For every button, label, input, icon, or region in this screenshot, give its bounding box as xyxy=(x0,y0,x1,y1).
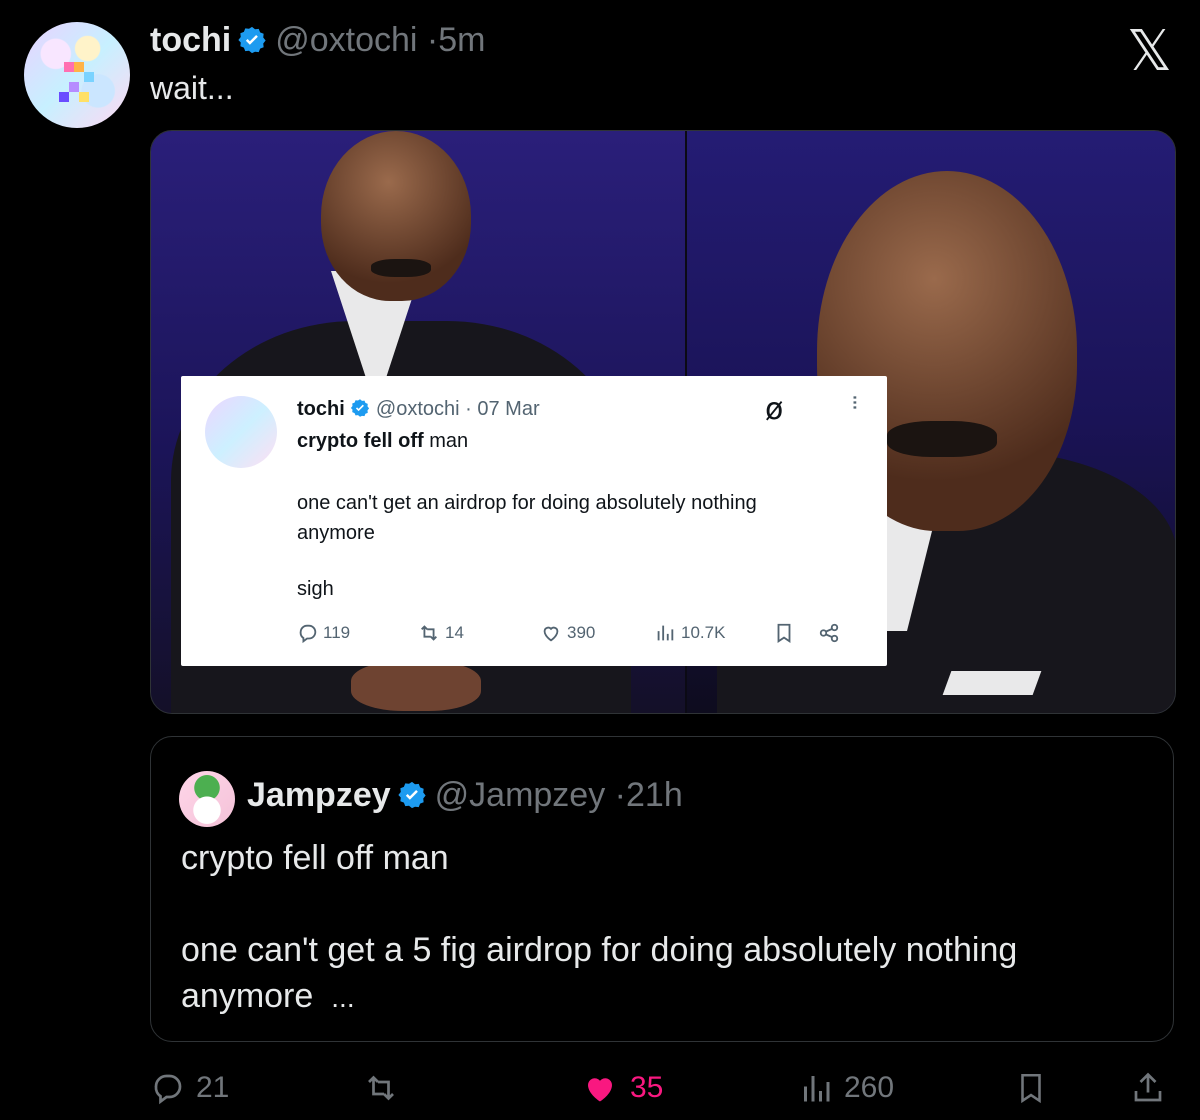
quoted-tweet[interactable]: Jampzey @Jampzey ·21h crypto fell off man… xyxy=(150,736,1174,1042)
mustache-shape xyxy=(887,421,997,457)
like-count: 35 xyxy=(630,1071,664,1104)
reply-count: 21 xyxy=(196,1071,230,1104)
inner-like-count: 390 xyxy=(567,623,596,642)
heart-icon xyxy=(543,626,559,642)
inner-title: crypto fell off man xyxy=(297,428,468,454)
pocket-square-shape xyxy=(942,671,1042,695)
more-options-icon: ··· xyxy=(841,394,866,409)
quoted-author-name[interactable]: Jampzey xyxy=(247,776,391,814)
inner-body: one can't get an airdrop for doing absol… xyxy=(297,492,757,544)
repost-icon xyxy=(421,625,437,641)
inner-sigh: sigh xyxy=(297,578,334,600)
share-button[interactable] xyxy=(1130,1064,1166,1112)
author-handle[interactable]: @oxtochi xyxy=(275,21,417,59)
views-button[interactable]: 260 xyxy=(798,1064,894,1112)
inner-title-rest: man xyxy=(423,430,469,452)
bookmark-icon xyxy=(1021,1073,1041,1104)
hand-shape xyxy=(351,661,481,711)
reply-icon xyxy=(154,1074,182,1105)
quoted-author-handle[interactable]: @Jampzey xyxy=(435,776,606,814)
avatar-pixel xyxy=(69,82,79,92)
inner-repost-count: 14 xyxy=(445,623,464,642)
inner-bookmark xyxy=(773,622,795,644)
share-nodes-icon xyxy=(819,623,839,643)
author-avatar[interactable] xyxy=(24,22,130,128)
post-text: wait... xyxy=(150,70,234,106)
repost-icon xyxy=(368,1075,394,1101)
reply-button[interactable]: 21 xyxy=(150,1064,229,1112)
inner-author-handle: @oxtochi xyxy=(375,398,460,420)
grok-icon: ø xyxy=(765,392,784,427)
action-bar: 21 35 260 xyxy=(150,1064,1174,1112)
post-header: tochi @oxtochi ·5m xyxy=(150,20,485,64)
views-icon xyxy=(657,625,674,641)
inner-header: tochi @oxtochi · 07 Mar xyxy=(297,396,540,422)
reply-icon xyxy=(299,624,317,644)
share-icon xyxy=(1134,1072,1162,1102)
views-icon xyxy=(804,1076,830,1102)
inner-verified-icon xyxy=(350,398,370,420)
bookmark-button[interactable] xyxy=(1014,1064,1048,1112)
quoted-first-line: crypto fell off man xyxy=(181,839,449,877)
verified-badge-icon xyxy=(397,779,427,819)
quoted-ellipsis: ... xyxy=(331,982,355,1013)
inner-separator: · xyxy=(465,398,472,420)
avatar-pixel xyxy=(79,92,89,102)
inner-views: 10.7K xyxy=(653,622,725,644)
quoted-time[interactable]: 21h xyxy=(626,776,683,814)
inner-repost: 14 xyxy=(417,622,464,644)
avatar-pixel xyxy=(59,92,69,102)
inner-avatar xyxy=(205,396,277,468)
quoted-body-text: one can't get a 5 fig airdrop for doing … xyxy=(181,931,1018,1015)
inner-title-bold: crypto fell off xyxy=(297,430,424,452)
quoted-header: Jampzey @Jampzey ·21h xyxy=(247,775,683,819)
repost-button[interactable] xyxy=(360,1064,402,1112)
x-logo-icon: 𝕏 xyxy=(1126,19,1172,84)
verified-badge-icon xyxy=(237,24,267,64)
post-time[interactable]: 5m xyxy=(438,21,485,59)
quoted-author-avatar[interactable] xyxy=(179,771,235,827)
avatar-pixel xyxy=(64,62,74,72)
author-name[interactable]: tochi xyxy=(150,21,231,59)
views-count: 260 xyxy=(844,1071,895,1104)
inner-share xyxy=(817,622,841,644)
separator: · xyxy=(426,21,439,59)
inner-author-name: tochi xyxy=(297,398,345,420)
avatar-pixel xyxy=(74,62,84,72)
inner-views-count: 10.7K xyxy=(681,623,726,642)
embedded-tweet-screenshot: tochi @oxtochi · 07 Mar ø ··· crypto fel… xyxy=(181,376,887,666)
inner-reply: 119 xyxy=(297,622,350,644)
separator: · xyxy=(614,776,626,814)
quoted-body: one can't get a 5 fig airdrop for doing … xyxy=(181,927,1141,1021)
bookmark-icon xyxy=(777,623,791,643)
inner-date: 07 Mar xyxy=(477,398,540,420)
mustache-shape xyxy=(371,259,431,277)
like-button[interactable]: 35 xyxy=(580,1064,663,1112)
inner-reply-count: 119 xyxy=(323,623,351,642)
inner-like: 390 xyxy=(539,622,595,644)
avatar-pixel xyxy=(84,72,94,82)
heart-filled-icon xyxy=(588,1078,612,1102)
